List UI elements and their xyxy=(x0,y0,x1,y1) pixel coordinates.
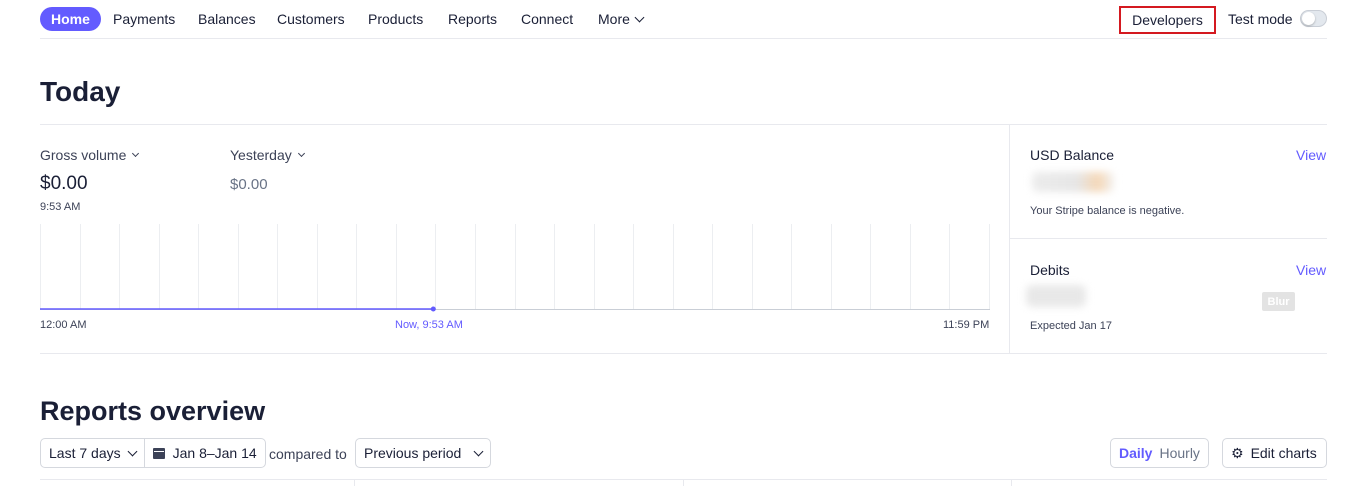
divider xyxy=(1009,125,1010,353)
chevron-down-icon xyxy=(127,446,138,456)
date-range-label: Jan 8–Jan 14 xyxy=(172,445,257,461)
nav-connect[interactable]: Connect xyxy=(521,11,573,27)
gross-volume-time: 9:53 AM xyxy=(40,201,81,213)
blur-tag: Blur xyxy=(1262,292,1295,311)
nav-customers[interactable]: Customers xyxy=(277,11,345,27)
chevron-down-icon xyxy=(473,446,484,456)
comparison-period-label: Previous period xyxy=(364,445,462,461)
gross-volume-chart xyxy=(40,224,990,312)
axis-start-label: 12:00 AM xyxy=(40,319,87,331)
today-title: Today xyxy=(40,76,121,107)
compared-to-label: compared to xyxy=(269,446,347,462)
test-mode-toggle[interactable] xyxy=(1300,10,1327,27)
daily-option[interactable]: Daily xyxy=(1119,445,1152,461)
yesterday-label: Yesterday xyxy=(230,147,292,163)
developers-button[interactable]: Developers xyxy=(1119,6,1216,34)
nav-home[interactable]: Home xyxy=(40,7,101,31)
usd-balance-view-link[interactable]: View xyxy=(1296,147,1326,163)
nav-balances[interactable]: Balances xyxy=(198,11,256,27)
top-nav: Home Payments Balances Customers Product… xyxy=(40,0,1327,39)
debits-blurred-amount xyxy=(1026,285,1086,307)
debits-view-link[interactable]: View xyxy=(1296,262,1326,278)
chevron-down-icon xyxy=(297,149,305,158)
divider xyxy=(1010,238,1327,239)
divider xyxy=(354,480,355,486)
edit-charts-button[interactable]: ⚙ Edit charts xyxy=(1222,438,1327,468)
test-mode-label: Test mode xyxy=(1228,11,1293,27)
usd-balance-note: Your Stripe balance is negative. xyxy=(1030,205,1185,217)
hourly-option[interactable]: Hourly xyxy=(1159,445,1199,461)
gross-volume-value: $0.00 xyxy=(40,173,88,194)
nav-more[interactable]: More xyxy=(598,11,645,27)
comparison-period-dropdown[interactable]: Previous period xyxy=(355,438,492,468)
nav-more-label: More xyxy=(598,11,630,27)
axis-end-label: 11:59 PM xyxy=(943,319,990,331)
nav-products[interactable]: Products xyxy=(368,11,423,27)
divider xyxy=(683,480,684,486)
range-preset-label: Last 7 days xyxy=(49,445,121,461)
date-range-picker[interactable]: Jan 8–Jan 14 xyxy=(143,439,265,467)
debits-title: Debits xyxy=(1030,262,1070,278)
gross-volume-selector[interactable]: Gross volume xyxy=(40,147,140,163)
granularity-toggle: Daily Hourly xyxy=(1110,438,1209,468)
yesterday-value: $0.00 xyxy=(230,176,268,193)
chevron-down-icon xyxy=(132,149,140,158)
nav-payments[interactable]: Payments xyxy=(113,11,175,27)
edit-charts-label: Edit charts xyxy=(1250,445,1317,461)
yesterday-selector[interactable]: Yesterday xyxy=(230,147,305,163)
range-preset-dropdown[interactable]: Last 7 days xyxy=(41,439,144,467)
date-range-group: Last 7 days Jan 8–Jan 14 xyxy=(40,438,266,468)
chevron-down-icon xyxy=(634,12,645,22)
gross-volume-label: Gross volume xyxy=(40,147,127,163)
calendar-icon xyxy=(152,447,165,459)
debits-note: Expected Jan 17 xyxy=(1030,320,1112,332)
nav-reports[interactable]: Reports xyxy=(448,11,497,27)
usd-balance-blurred-amount xyxy=(1032,172,1114,192)
usd-balance-title: USD Balance xyxy=(1030,147,1115,163)
axis-now-label: Now, 9:53 AM xyxy=(395,319,463,331)
gear-icon: ⚙ xyxy=(1231,445,1244,461)
divider xyxy=(1011,480,1012,486)
reports-overview-title: Reports overview xyxy=(40,396,266,426)
divider xyxy=(40,124,1327,125)
divider xyxy=(40,353,1327,354)
chart-now-point xyxy=(430,306,436,312)
